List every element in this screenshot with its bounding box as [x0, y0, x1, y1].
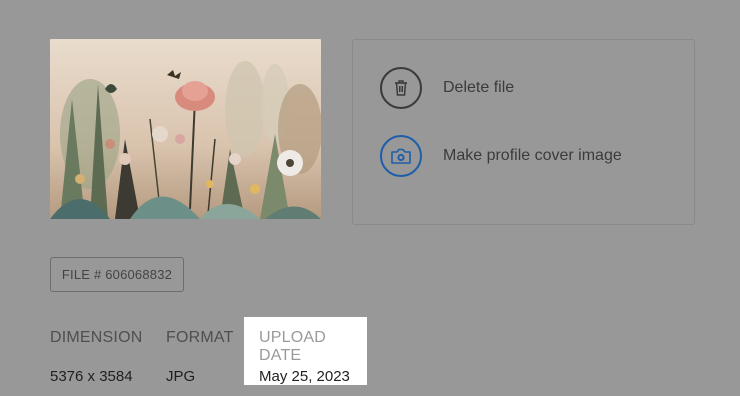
file-actions-panel: Delete file Make profile cover image [352, 39, 695, 225]
camera-icon [380, 135, 422, 177]
make-profile-cover-button[interactable]: Make profile cover image [380, 135, 622, 177]
dimension-label: DIMENSION [50, 329, 143, 346]
file-number-badge: FILE # 606068832 [50, 257, 184, 292]
make-profile-cover-label: Make profile cover image [443, 147, 622, 164]
upload-date-label: UPLOAD DATE [259, 329, 326, 364]
dimension-value: 5376 x 3584 [50, 368, 133, 385]
upload-date-highlight: UPLOAD DATE May 25, 2023 [244, 317, 367, 385]
delete-file-button[interactable]: Delete file [380, 67, 514, 109]
floral-illustration-image [50, 39, 321, 219]
upload-date-value: May 25, 2023 [259, 368, 350, 385]
trash-icon [380, 67, 422, 109]
delete-file-label: Delete file [443, 79, 515, 96]
format-value: JPG [166, 368, 196, 385]
format-label: FORMAT [166, 329, 234, 346]
image-thumbnail[interactable] [50, 39, 321, 219]
